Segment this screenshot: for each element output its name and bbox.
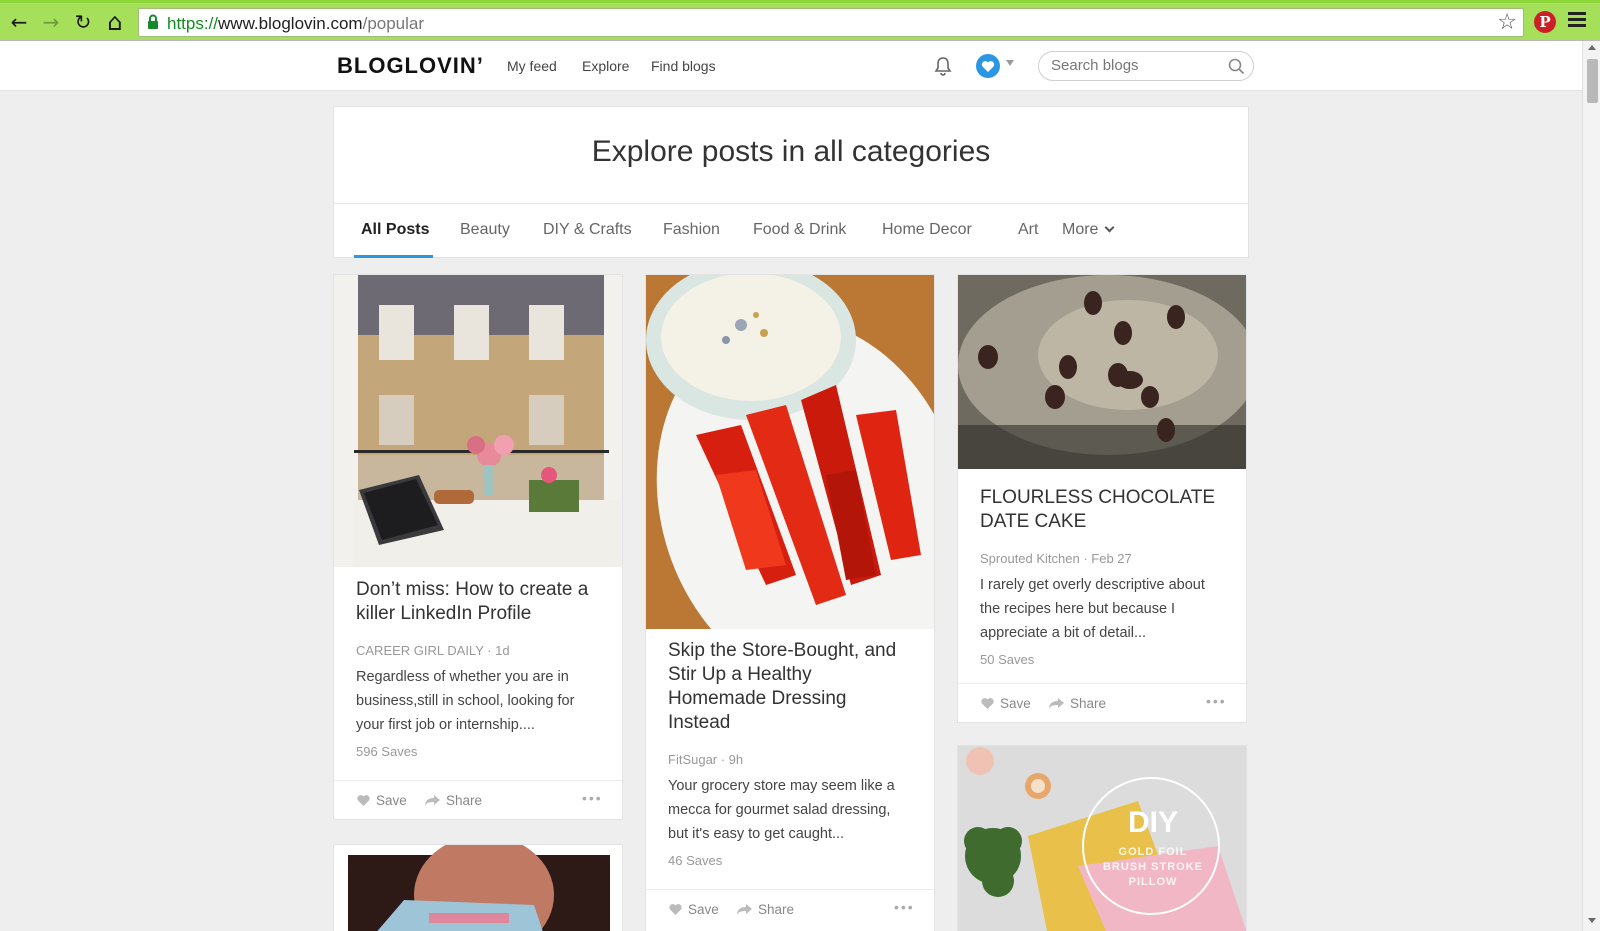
- post-meta[interactable]: FitSugar · 9h: [668, 752, 743, 767]
- address-bar[interactable]: https://www.bloglovin.com/popular ☆: [138, 8, 1524, 37]
- post-image[interactable]: [646, 275, 934, 629]
- save-label: Save: [1000, 696, 1031, 711]
- post-card[interactable]: DIY GOLD FOIL BRUSH STROKE PILLOW: [957, 745, 1247, 931]
- post-card[interactable]: [333, 844, 623, 931]
- more-options-icon[interactable]: •••: [894, 899, 915, 915]
- site-header: BLOGLOVIN’ My feed Explore Find blogs: [0, 41, 1582, 91]
- scroll-down-arrow-icon[interactable]: [1588, 918, 1596, 923]
- chevron-down-icon: [1105, 222, 1115, 233]
- post-card[interactable]: FLOURLESS CHOCOLATE DATE CAKE Sprouted K…: [957, 274, 1247, 723]
- post-image[interactable]: [958, 746, 1246, 931]
- forward-icon[interactable]: →: [38, 9, 64, 35]
- scrollbar[interactable]: [1582, 41, 1600, 931]
- save-button[interactable]: Save: [980, 696, 1031, 711]
- tab-more-label: More: [1062, 221, 1099, 238]
- bloglovin-logo[interactable]: BLOGLOVIN’: [337, 53, 484, 79]
- heart-icon: [669, 904, 682, 915]
- tab-fashion[interactable]: Fashion: [663, 221, 720, 239]
- profile-heart-icon[interactable]: [976, 54, 1000, 78]
- diy-headline: DIY: [1127, 806, 1178, 839]
- reload-icon[interactable]: ↻: [70, 9, 96, 35]
- nav-my-feed[interactable]: My feed: [507, 58, 557, 74]
- active-tab-indicator: [354, 255, 433, 258]
- nav-explore[interactable]: Explore: [582, 58, 629, 74]
- post-excerpt: Your grocery store may seem like a mecca…: [668, 778, 895, 842]
- home-icon[interactable]: ⌂: [102, 8, 128, 36]
- post-meta[interactable]: CAREER GIRL DAILY · 1d: [356, 643, 510, 658]
- notification-bell-icon[interactable]: [934, 56, 952, 76]
- browser-toolbar: ← → ↻ ⌂ https://www.bloglovin.com/popula…: [0, 0, 1600, 41]
- post-image[interactable]: [958, 275, 1246, 469]
- tab-all-posts[interactable]: All Posts: [361, 221, 429, 239]
- share-arrow-icon: [425, 795, 440, 806]
- diy-subline: BRUSH STROKE: [1102, 861, 1203, 873]
- scrollbar-thumb[interactable]: [1587, 59, 1598, 103]
- share-arrow-icon: [1049, 698, 1064, 709]
- post-excerpt: Regardless of whether you are in busines…: [356, 669, 575, 733]
- search-icon[interactable]: [1228, 58, 1245, 75]
- search-input[interactable]: [1051, 57, 1221, 74]
- share-arrow-icon: [737, 904, 752, 915]
- share-label: Share: [446, 793, 483, 808]
- search-blogs-field[interactable]: [1038, 51, 1254, 81]
- page-title: Explore posts in all categories: [591, 135, 991, 168]
- divider: [958, 683, 1246, 684]
- nav-find-blogs[interactable]: Find blogs: [651, 58, 716, 74]
- heart-icon: [981, 698, 994, 709]
- url-protocol: https://: [167, 14, 219, 33]
- tab-diy-crafts[interactable]: DIY & Crafts: [543, 221, 632, 239]
- post-meta[interactable]: Sprouted Kitchen · Feb 27: [980, 551, 1132, 566]
- back-icon[interactable]: ←: [6, 9, 32, 35]
- post-title[interactable]: FLOURLESS CHOCOLATE DATE CAKE: [980, 486, 1224, 534]
- post-saves-count: 596 Saves: [356, 744, 418, 759]
- save-button[interactable]: Save: [356, 793, 407, 808]
- bookmark-star-icon[interactable]: ☆: [1497, 10, 1517, 35]
- divider: [334, 780, 622, 781]
- diy-subline: GOLD FOIL: [1118, 846, 1188, 858]
- browser-menu-icon[interactable]: [1568, 12, 1586, 30]
- profile-dropdown-caret-icon[interactable]: [1006, 60, 1014, 66]
- share-label: Share: [1070, 696, 1107, 711]
- share-button[interactable]: Share: [1048, 696, 1106, 711]
- category-tabs: All Posts Beauty DIY & Crafts Fashion Fo…: [334, 204, 1248, 259]
- diy-subline: PILLOW: [1128, 876, 1178, 888]
- more-options-icon[interactable]: •••: [582, 790, 603, 806]
- explore-header-panel: Explore posts in all categories All Post…: [333, 106, 1249, 258]
- post-excerpt: I rarely get overly descriptive about th…: [980, 577, 1205, 641]
- tab-more[interactable]: More: [1062, 221, 1115, 239]
- tab-beauty[interactable]: Beauty: [460, 221, 510, 239]
- scroll-up-arrow-icon[interactable]: [1588, 45, 1596, 50]
- heart-icon: [357, 795, 370, 806]
- tab-home-decor[interactable]: Home Decor: [882, 221, 972, 239]
- share-button[interactable]: Share: [736, 902, 794, 917]
- post-image[interactable]: [334, 845, 622, 931]
- share-label: Share: [758, 902, 795, 917]
- save-label: Save: [688, 902, 719, 917]
- tab-art[interactable]: Art: [1018, 221, 1038, 239]
- url-text: https://www.bloglovin.com/popular: [167, 14, 424, 34]
- url-host: www.bloglovin.com: [218, 14, 363, 33]
- more-options-icon[interactable]: •••: [1206, 693, 1227, 709]
- post-title[interactable]: Don’t miss: How to create a killer Linke…: [356, 578, 600, 626]
- tab-food-drink[interactable]: Food & Drink: [753, 221, 846, 239]
- post-card[interactable]: Skip the Store-Bought, and Stir Up a Hea…: [645, 274, 935, 931]
- save-button[interactable]: Save: [668, 902, 719, 917]
- post-saves-count: 50 Saves: [980, 652, 1035, 667]
- pinterest-extension-icon[interactable]: P: [1534, 11, 1556, 33]
- lock-icon: [148, 14, 158, 29]
- url-path: /popular: [362, 14, 425, 33]
- post-saves-count: 46 Saves: [668, 853, 723, 868]
- save-label: Save: [376, 793, 407, 808]
- post-image[interactable]: [334, 275, 622, 567]
- post-card[interactable]: Don’t miss: How to create a killer Linke…: [333, 274, 623, 820]
- post-title[interactable]: Skip the Store-Bought, and Stir Up a Hea…: [668, 639, 912, 735]
- divider: [646, 889, 934, 890]
- share-button[interactable]: Share: [424, 793, 482, 808]
